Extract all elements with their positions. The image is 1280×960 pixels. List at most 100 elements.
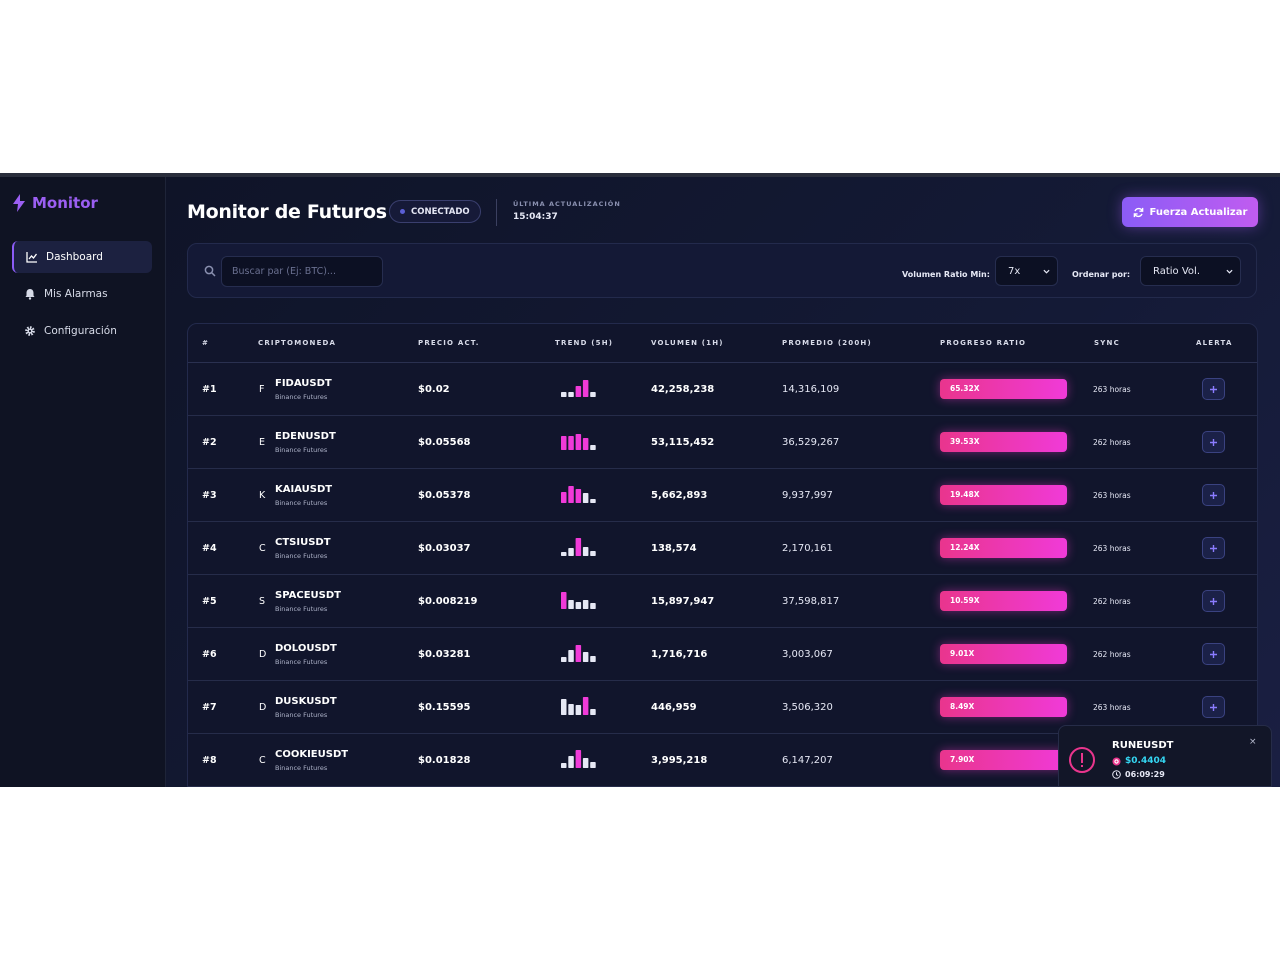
- average-200h: 6,147,207: [782, 755, 833, 766]
- trend-bar: [568, 650, 574, 662]
- trend-sparkline: [561, 380, 596, 397]
- trend-bar: [561, 552, 567, 556]
- app-window: Monitor Dashboard Mis Alarmas Configurac…: [0, 173, 1280, 787]
- trend-bar: [582, 697, 589, 715]
- plus-icon: [1210, 650, 1217, 658]
- ratio-value: 7.90X: [950, 755, 975, 764]
- add-alert-button[interactable]: [1202, 484, 1225, 506]
- coin-initial: E: [259, 437, 266, 448]
- volume-1h: 15,897,947: [651, 596, 715, 607]
- sort-select[interactable]: Ratio Vol.: [1140, 256, 1241, 286]
- coin-initial: K: [259, 490, 266, 501]
- last-update-label: ÚLTIMA ACTUALIZACIÓN: [513, 200, 621, 208]
- trend-bar: [590, 551, 596, 556]
- column-header-ratio[interactable]: PROGRESO RATIO: [940, 339, 1026, 347]
- search-input[interactable]: [221, 256, 383, 287]
- target-icon: [1112, 757, 1121, 765]
- current-price: $0.05378: [418, 490, 471, 501]
- sidebar-item-label: Dashboard: [46, 251, 103, 263]
- table-row[interactable]: #4 C CTSIUSDT Binance Futures $0.03037 138,57…: [188, 522, 1257, 575]
- ratio-filter-label: Volumen Ratio Min:: [902, 270, 990, 279]
- trend-bar: [590, 656, 596, 662]
- column-header-price[interactable]: PRECIO ACT.: [418, 339, 480, 347]
- sidebar-item-settings[interactable]: Configuración: [12, 315, 152, 347]
- trend-bar: [590, 603, 596, 609]
- coin-exchange: Binance Futures: [275, 711, 328, 719]
- add-alert-button[interactable]: [1202, 378, 1225, 400]
- table-row[interactable]: #2 E EDENUSDT Binance Futures $0.05568 53,115…: [188, 416, 1257, 469]
- ratio-value: 19.48X: [950, 490, 980, 499]
- sort-label: Ordenar por:: [1072, 270, 1131, 279]
- column-header-average[interactable]: PROMEDIO (200H): [782, 339, 872, 347]
- volume-1h: 3,995,218: [651, 755, 708, 766]
- trend-bar: [568, 486, 574, 503]
- current-price: $0.15595: [418, 702, 471, 713]
- coin-initial: S: [259, 596, 266, 607]
- filter-bar: Volumen Ratio Min: 7x Ordenar por: Ratio…: [187, 243, 1257, 298]
- table-row[interactable]: #6 D DOLOUSDT Binance Futures $0.03281 1,716,…: [188, 628, 1257, 681]
- last-update-time: 15:04:37: [513, 212, 558, 222]
- volume-1h: 1,716,716: [651, 649, 708, 660]
- add-alert-button[interactable]: [1202, 590, 1225, 612]
- trend-bar: [568, 436, 574, 450]
- current-price: $0.02: [418, 384, 450, 395]
- trend-sparkline: [561, 434, 596, 450]
- ratio-value: 10.59X: [950, 596, 980, 605]
- plus-icon: [1210, 544, 1217, 552]
- bolt-icon: [13, 194, 25, 212]
- current-price: $0.03281: [418, 649, 471, 660]
- table-row[interactable]: #5 S SPACEUSDT Binance Futures $0.008219 15,8…: [188, 575, 1257, 628]
- table-row[interactable]: #3 K KAIAUSDT Binance Futures $0.05378 5,662,…: [188, 469, 1257, 522]
- row-rank: #5: [202, 596, 217, 607]
- app-logo-text: Monitor: [32, 194, 98, 212]
- status-text: CONECTADO: [411, 206, 470, 217]
- column-header-coin[interactable]: CRIPTOMONEDA: [258, 339, 336, 347]
- trend-bar: [582, 380, 589, 397]
- add-alert-button[interactable]: [1202, 643, 1225, 665]
- row-rank: #7: [202, 702, 217, 713]
- trend-bar: [568, 756, 574, 768]
- sidebar-item-label: Mis Alarmas: [44, 288, 108, 300]
- row-rank: #8: [202, 755, 217, 766]
- table-header: # CRIPTOMONEDA PRECIO ACT. TREND (5H) VO…: [188, 324, 1257, 363]
- current-price: $0.01828: [418, 755, 471, 766]
- app-logo[interactable]: Monitor: [12, 194, 98, 212]
- gear-icon: [25, 326, 35, 336]
- chart-line-icon: [26, 252, 38, 263]
- add-alert-button[interactable]: [1202, 537, 1225, 559]
- alert-toast[interactable]: RUNEUSDT $0.4404 06:09:29 ×: [1058, 725, 1272, 787]
- ratio-min-select[interactable]: 7x: [995, 256, 1058, 286]
- average-200h: 9,937,997: [782, 490, 833, 501]
- toast-price: $0.4404: [1125, 756, 1166, 766]
- header-divider: [496, 199, 497, 226]
- current-price: $0.008219: [418, 596, 478, 607]
- coin-symbol: DUSKUSDT: [275, 696, 337, 707]
- add-alert-button[interactable]: [1202, 431, 1225, 453]
- coin-exchange: Binance Futures: [275, 446, 328, 454]
- ratio-progress-bar: 7.90X: [940, 750, 1067, 770]
- trend-bar: [575, 645, 582, 662]
- plus-icon: [1210, 385, 1217, 393]
- trend-bar: [575, 434, 582, 450]
- sidebar-item-dashboard[interactable]: Dashboard: [12, 241, 152, 273]
- close-icon[interactable]: ×: [1249, 737, 1257, 747]
- volume-1h: 138,574: [651, 543, 697, 554]
- sidebar-item-alarms[interactable]: Mis Alarmas: [12, 278, 152, 310]
- force-refresh-label: Fuerza Actualizar: [1149, 206, 1248, 218]
- ratio-progress-bar: 9.01X: [940, 644, 1067, 664]
- trend-bar: [575, 705, 582, 715]
- coin-symbol: KAIAUSDT: [275, 484, 333, 495]
- trend-bar: [590, 499, 596, 503]
- trend-bar: [590, 445, 596, 450]
- trend-bar: [590, 762, 596, 768]
- force-refresh-button[interactable]: Fuerza Actualizar: [1122, 197, 1258, 227]
- toast-time: 06:09:29: [1125, 770, 1165, 779]
- column-header-volume[interactable]: VOLUMEN (1H): [651, 339, 724, 347]
- ratio-progress-bar: 19.48X: [940, 485, 1067, 505]
- chevron-down-icon: [1226, 269, 1233, 274]
- ratio-progress-bar: 12.24X: [940, 538, 1067, 558]
- trend-sparkline: [561, 645, 596, 662]
- table-row[interactable]: #1 F FIDAUSDT Binance Futures $0.02 42,258,23…: [188, 363, 1257, 416]
- trend-bar: [590, 709, 596, 715]
- add-alert-button[interactable]: [1202, 696, 1225, 718]
